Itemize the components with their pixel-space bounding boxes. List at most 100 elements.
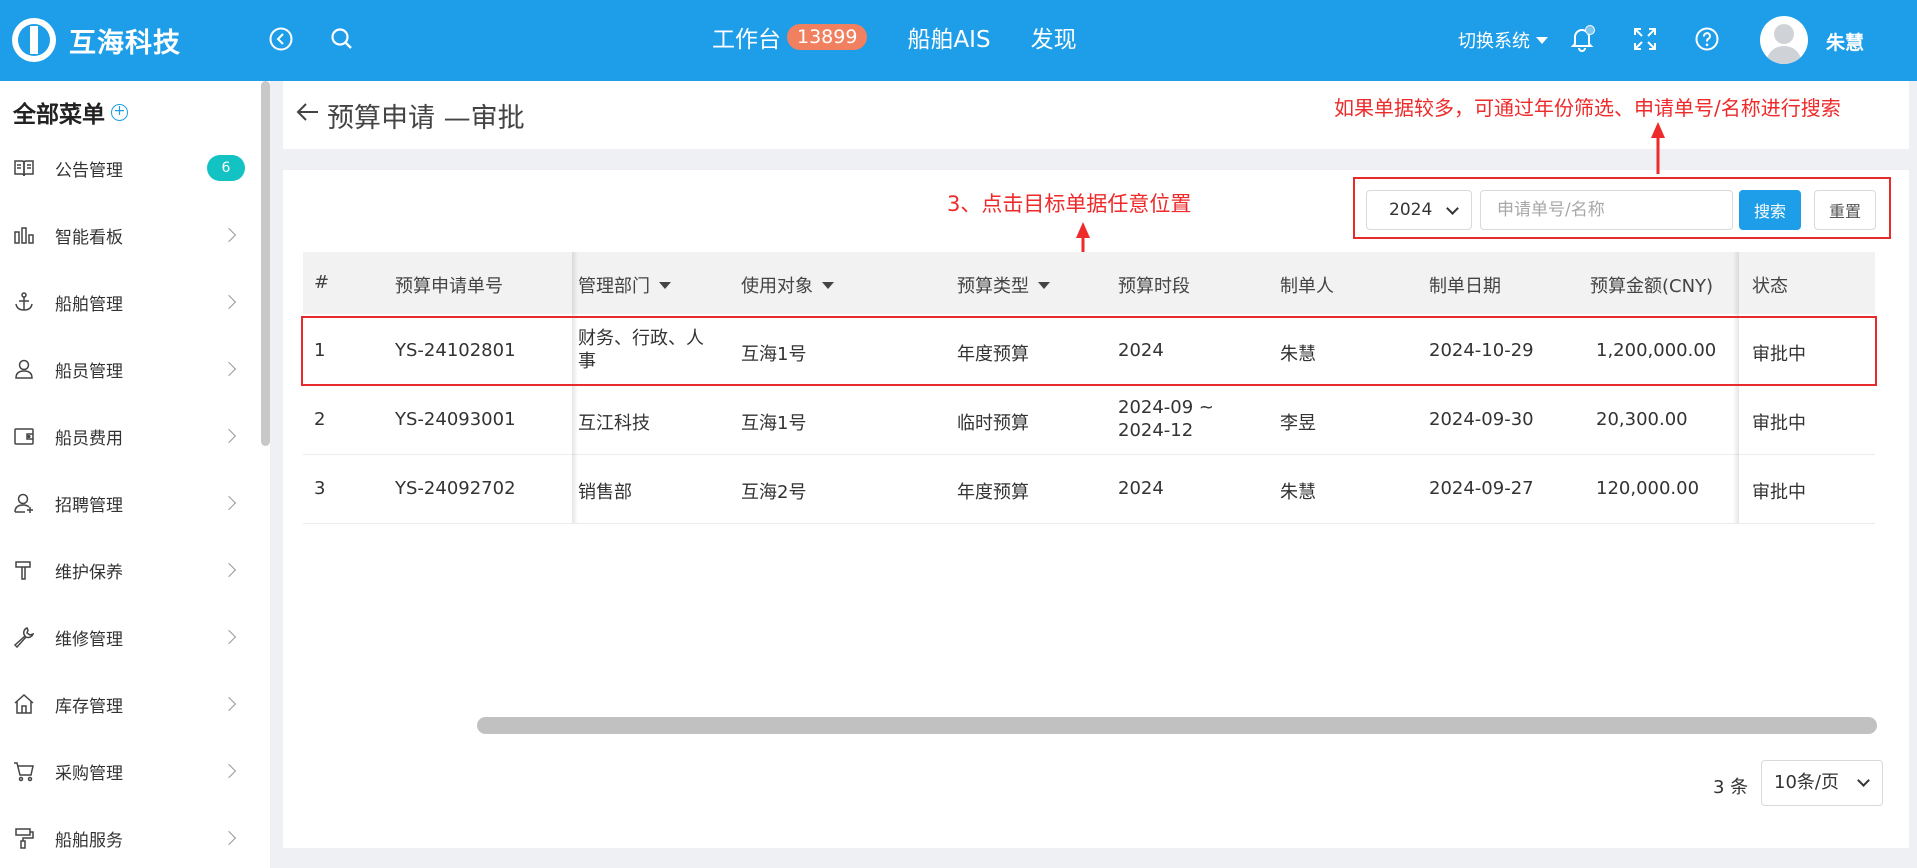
page-size-value: 10条/页	[1774, 772, 1839, 793]
sidebar-item-ship-services[interactable]: 船舶服务	[0, 813, 250, 863]
sidebar-item-label: 采购管理	[55, 763, 123, 784]
cell-period: 2024-09 ~ 2024-12	[1118, 397, 1215, 441]
chevron-right-icon	[221, 227, 237, 243]
table-row[interactable]: 2 YS-24093001 互江科技 互海1号 临时预算 2024-09 ~ 2…	[303, 386, 1875, 455]
cart-icon	[12, 759, 36, 783]
sidebar-item-maintenance[interactable]: 维护保养	[0, 545, 250, 595]
anchor-icon	[12, 290, 36, 314]
search-input[interactable]	[1480, 190, 1733, 230]
sidebar-item-label: 船舶管理	[55, 294, 123, 315]
cell-amount: 120,000.00	[1596, 478, 1700, 499]
table-row[interactable]: 3 YS-24092702 销售部 互海2号 年度预算 2024 朱慧 2024…	[303, 455, 1875, 524]
hammer-icon	[12, 558, 36, 582]
bell-icon[interactable]	[1567, 24, 1597, 54]
nav-workbench[interactable]: 工作台 13899	[712, 20, 868, 54]
brand-logo[interactable]: 互海科技	[12, 18, 181, 62]
sidebar-scrollbar[interactable]	[261, 81, 270, 446]
cell-status: 审批中	[1752, 482, 1806, 503]
cell-creator: 朱慧	[1280, 344, 1316, 365]
chevron-right-icon	[221, 294, 237, 310]
logo-icon	[12, 18, 56, 62]
cell-code: YS-24093001	[395, 409, 516, 430]
top-nav: 工作台 13899 船舶AIS 发现	[712, 20, 1117, 54]
table-row[interactable]: 1 YS-24102801 财务、行政、人事 互海1号 年度预算 2024 朱慧…	[303, 317, 1875, 386]
back-arrow-icon[interactable]	[295, 99, 321, 125]
switch-system-label: 切换系统	[1458, 31, 1530, 52]
sidebar-item-repair-management[interactable]: 维修管理	[0, 612, 250, 662]
table-horizontal-scrollbar[interactable]	[477, 717, 1877, 734]
filter-caret-icon[interactable]	[659, 281, 671, 289]
book-icon	[12, 156, 36, 180]
cell-code: YS-24102801	[395, 340, 516, 361]
notification-badge: 6	[207, 155, 245, 181]
switch-system-dropdown[interactable]: 切换系统	[1458, 27, 1548, 53]
filter-caret-icon[interactable]	[822, 281, 834, 289]
sidebar-item-recruitment[interactable]: 招聘管理	[0, 478, 250, 528]
fullscreen-icon[interactable]	[1630, 24, 1660, 54]
cell-date: 2024-09-30	[1429, 409, 1534, 430]
caret-down-icon	[1536, 36, 1548, 44]
cell-status: 审批中	[1752, 344, 1806, 365]
search-button[interactable]: 搜索	[1739, 190, 1801, 230]
nav-ship-ais[interactable]: 船舶AIS	[907, 20, 990, 54]
column-header-type[interactable]: 预算类型	[957, 272, 1050, 298]
column-header-dept[interactable]: 管理部门	[578, 272, 671, 298]
column-header-label: 管理部门	[578, 276, 650, 297]
sidebar-item-label: 库存管理	[55, 696, 123, 717]
cell-creator: 朱慧	[1280, 482, 1316, 503]
cell-dept: 互江科技	[578, 413, 650, 434]
chevron-right-icon	[221, 830, 237, 846]
sidebar-item-label: 维修管理	[55, 629, 123, 650]
chevron-right-icon	[221, 629, 237, 645]
cell-dept: 财务、行政、人事	[578, 328, 704, 372]
cell-date: 2024-10-29	[1429, 340, 1534, 361]
sidebar-item-label: 维护保养	[55, 562, 123, 583]
cell-period: 2024	[1118, 478, 1164, 499]
page-size-select[interactable]: 10条/页	[1761, 760, 1883, 806]
cell-status: 审批中	[1752, 413, 1806, 434]
cell-date: 2024-09-27	[1429, 478, 1534, 499]
column-header-index: #	[314, 272, 330, 293]
column-header-target[interactable]: 使用对象	[741, 272, 834, 298]
year-select-value: 2024	[1389, 200, 1433, 220]
chevron-right-icon	[221, 696, 237, 712]
sidebar-item-inventory[interactable]: 库存管理	[0, 679, 250, 729]
column-header-status: 状态	[1752, 276, 1788, 297]
sidebar-item-announcements[interactable]: 公告管理 6	[0, 143, 250, 193]
avatar[interactable]	[1760, 16, 1808, 64]
brand-name: 互海科技	[69, 27, 181, 59]
back-circle-icon[interactable]	[266, 24, 296, 54]
chevron-down-icon	[1446, 202, 1459, 215]
cell-index: 1	[314, 340, 326, 361]
chevron-right-icon	[221, 495, 237, 511]
sidebar-item-crew-management[interactable]: 船员管理	[0, 344, 250, 394]
search-icon[interactable]	[327, 24, 357, 54]
click-hint-annotation: 3、点击目标单据任意位置	[947, 192, 1192, 216]
column-header-creator: 制单人	[1280, 276, 1334, 297]
cell-type: 临时预算	[957, 413, 1029, 434]
user-name[interactable]: 朱慧	[1826, 28, 1864, 55]
cell-target: 互海2号	[741, 482, 807, 503]
plus-circle-icon[interactable]: +	[111, 103, 128, 121]
chevron-down-icon	[1857, 774, 1870, 787]
table-header: # 预算申请单号 管理部门 使用对象 预算类型 预算时段 制单人 制单日期 预算…	[303, 252, 1875, 314]
chevron-right-icon	[221, 562, 237, 578]
sidebar-item-smart-board[interactable]: 智能看板	[0, 210, 250, 260]
search-hint-annotation: 如果单据较多，可通过年份筛选、申请单号/名称进行搜索	[1334, 96, 1841, 120]
sidebar-item-crew-expenses[interactable]: 船员费用	[0, 411, 250, 461]
filter-caret-icon[interactable]	[1038, 281, 1050, 289]
sidebar-item-procurement[interactable]: 采购管理	[0, 746, 250, 796]
year-select[interactable]: 2024	[1366, 190, 1472, 230]
chevron-right-icon	[221, 361, 237, 377]
column-header-amount: 预算金额(CNY)	[1590, 276, 1714, 297]
nav-discover[interactable]: 发现	[1031, 20, 1077, 54]
help-icon[interactable]	[1692, 24, 1722, 54]
sidebar-item-ship-management[interactable]: 船舶管理	[0, 277, 250, 327]
workbench-count-badge: 13899	[787, 24, 868, 50]
reset-button[interactable]: 重置	[1814, 190, 1876, 230]
sidebar-item-label: 智能看板	[55, 227, 123, 248]
cell-code: YS-24092702	[395, 478, 516, 499]
sidebar-item-label: 船员费用	[55, 428, 123, 449]
home-icon	[12, 692, 36, 716]
annotation-arrow-up-icon	[1651, 122, 1665, 174]
